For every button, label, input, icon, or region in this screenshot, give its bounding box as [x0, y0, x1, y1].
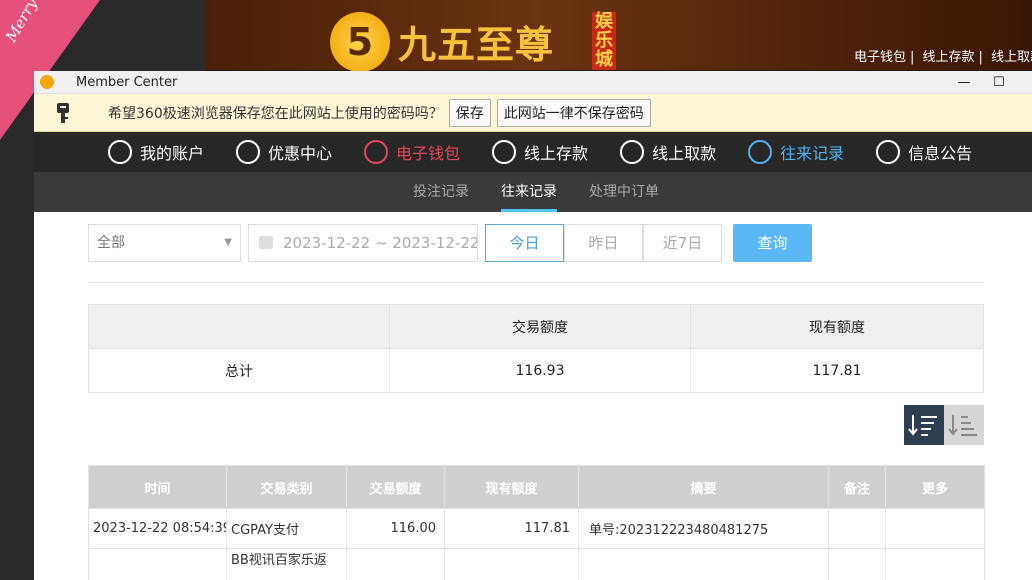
logo-text: 九五至尊: [398, 23, 555, 67]
logo-side-text: 娱乐城: [592, 12, 616, 70]
nav-item-withdraw[interactable]: 线上取款: [620, 140, 716, 164]
summary-total-balance: 117.81: [690, 348, 984, 393]
summary-table: 交易额度 现有额度 总计 116.93 117.81: [88, 304, 984, 393]
sub-nav: 投注记录 往来记录 处理中订单: [34, 172, 1032, 212]
summary-header-row: 交易额度 现有额度: [88, 304, 984, 349]
filter-row: 全部 ▼ 2023-12-22 ~ 2023-12-22 今日 昨日 近7日 查…: [88, 224, 988, 264]
tab-transaction-records[interactable]: 往来记录: [501, 172, 557, 212]
summary-total-label: 总计: [88, 348, 390, 393]
withdraw-icon: [620, 140, 645, 164]
date-range-value: 2023-12-22 ~ 2023-12-22: [283, 234, 478, 252]
records-table: 时间 交易类别 交易额度 现有额度 摘要 备注 更多 2023-12-22 08…: [88, 465, 985, 580]
query-button[interactable]: 查询: [733, 224, 812, 262]
member-center-window: Member Center — ☐ 希望360极速浏览器保存您在此网站上使用的密…: [34, 71, 1032, 580]
user-icon: [108, 140, 132, 164]
top-link-wallet[interactable]: 电子钱包: [854, 50, 906, 65]
sort-desc-icon: [908, 415, 937, 436]
type-select-value: 全部: [97, 235, 125, 251]
window-titlebar: Member Center — ☐: [34, 71, 1032, 94]
deposit-icon: [492, 140, 517, 164]
summary-total-amount: 116.93: [389, 348, 691, 393]
col-type: 交易类别: [226, 465, 347, 509]
nav-item-records[interactable]: 往来记录: [748, 140, 844, 164]
nav-label: 电子钱包: [396, 144, 461, 163]
cell-note: [828, 548, 886, 580]
date-range-input[interactable]: 2023-12-22 ~ 2023-12-22: [248, 224, 478, 262]
today-button[interactable]: 今日: [485, 224, 564, 262]
never-save-password-button[interactable]: 此网站一律不保存密码: [496, 98, 651, 127]
wallet-icon: [364, 140, 389, 164]
window-title: Member Center: [76, 74, 178, 90]
cell-amount: 116.00: [346, 508, 445, 549]
col-time: 时间: [88, 465, 227, 509]
table-row: BB视讯百家乐返: [88, 548, 985, 580]
chevron-down-icon: ▼: [224, 237, 232, 248]
cell-amount: [346, 548, 445, 580]
main-nav: 我的账户 优惠中心 电子钱包 线上存款 线上取款 往来记录 信息公告: [34, 132, 1032, 172]
top-link-withdraw[interactable]: 线上取款: [991, 50, 1032, 65]
sort-ascending-button[interactable]: [944, 405, 984, 445]
maximize-button[interactable]: ☐: [982, 71, 1016, 93]
col-note: 备注: [828, 465, 886, 509]
gift-icon: [236, 140, 261, 164]
summary-header-amount: 交易额度: [389, 304, 691, 349]
nav-item-announcements[interactable]: 信息公告: [876, 140, 972, 164]
cell-summary: [578, 548, 829, 580]
divider: [88, 282, 984, 283]
cell-note: [828, 508, 886, 549]
summary-total-row: 总计 116.93 117.81: [88, 348, 984, 393]
logo-icon: 5: [330, 12, 390, 72]
records-header-row: 时间 交易类别 交易额度 现有额度 摘要 备注 更多: [88, 465, 985, 509]
top-link-deposit[interactable]: 线上存款: [923, 50, 975, 65]
type-select[interactable]: 全部 ▼: [88, 224, 241, 262]
minimize-button[interactable]: —: [947, 71, 981, 93]
nav-item-deposit[interactable]: 线上存款: [492, 140, 588, 164]
summary-header-blank: [88, 304, 390, 349]
col-summary: 摘要: [578, 465, 829, 509]
cell-type: CGPAY支付: [226, 508, 347, 549]
yesterday-button[interactable]: 昨日: [564, 224, 643, 262]
cell-time: [88, 548, 227, 580]
sort-asc-icon: [948, 415, 977, 436]
top-links: 电子钱包| 线上存款| 线上取款: [850, 46, 1032, 65]
records-icon: [748, 140, 773, 164]
nav-label: 线上存款: [524, 144, 589, 163]
save-password-button[interactable]: 保存: [448, 98, 491, 127]
sort-descending-button[interactable]: [904, 405, 944, 445]
cell-more[interactable]: [885, 508, 985, 549]
nav-label: 信息公告: [908, 144, 973, 163]
nav-item-wallet[interactable]: 电子钱包: [364, 140, 460, 164]
tab-bet-records[interactable]: 投注记录: [413, 172, 469, 212]
last-7-days-button[interactable]: 近7日: [643, 224, 722, 262]
password-save-bar: 希望360极速浏览器保存您在此网站上使用的密码吗？ 保存 此网站一律不保存密码: [34, 94, 1032, 132]
col-amount: 交易额度: [346, 465, 445, 509]
nav-label: 线上取款: [652, 144, 717, 163]
nav-item-promotions[interactable]: 优惠中心: [236, 140, 332, 164]
cell-summary: 单号:202312223480481275: [578, 508, 829, 549]
tab-pending-orders[interactable]: 处理中订单: [589, 172, 659, 212]
col-more: 更多: [885, 465, 985, 509]
cell-balance: [444, 548, 579, 580]
bell-icon: [876, 140, 901, 164]
nav-label: 优惠中心: [268, 144, 333, 163]
nav-item-account[interactable]: 我的账户: [108, 140, 204, 164]
summary-header-balance: 现有额度: [690, 304, 984, 349]
password-message: 希望360极速浏览器保存您在此网站上使用的密码吗？: [108, 105, 443, 122]
cell-time: 2023-12-22 08:54:39: [88, 508, 227, 549]
app-icon: [40, 75, 54, 89]
table-row: 2023-12-22 08:54:39 CGPAY支付 116.00 117.8…: [88, 508, 985, 549]
calendar-icon: [259, 236, 273, 249]
col-balance: 现有额度: [444, 465, 579, 509]
cell-balance: 117.81: [444, 508, 579, 549]
nav-label: 往来记录: [780, 144, 845, 163]
cell-more[interactable]: [885, 548, 985, 580]
cell-type: BB视讯百家乐返: [226, 548, 347, 580]
nav-label: 我的账户: [140, 144, 205, 163]
key-icon: [54, 102, 72, 124]
